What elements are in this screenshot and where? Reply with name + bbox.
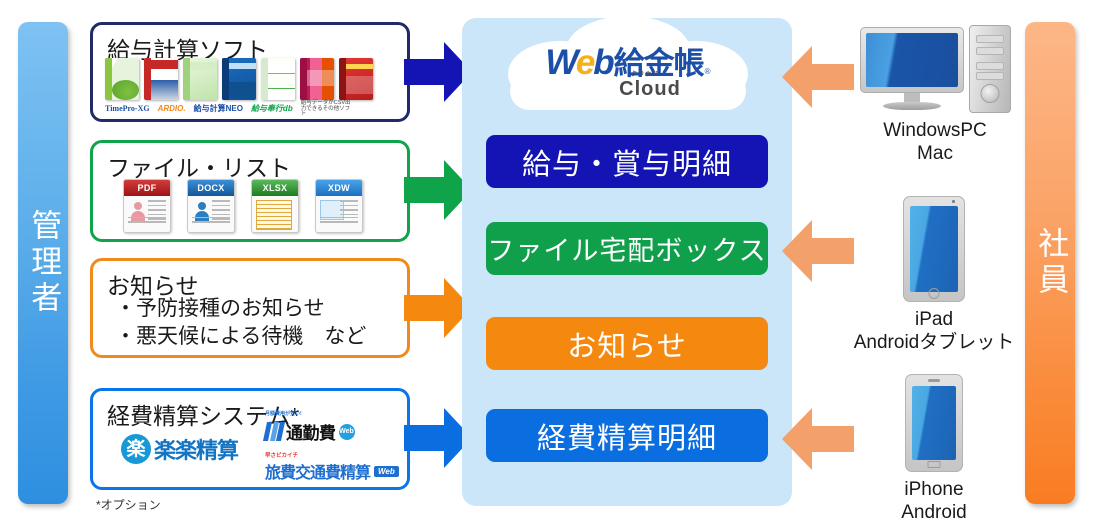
tsukinhi-kicker: 月額費用が安い! <box>265 411 302 417</box>
source-box-files: ファイル・リスト PDF DOCX XLSX XDW <box>90 140 410 242</box>
diagram-canvas: 管理者 給与計算ソフト TimePro-XG ARDIO. 給与計算NEO 給与… <box>0 0 1095 524</box>
xdw-file-icon: XDW <box>315 179 363 233</box>
device-caption-line: iPhone <box>904 479 964 500</box>
employee-pillar: 社員 <box>1025 22 1075 504</box>
device-caption-line: iPad <box>914 309 954 330</box>
xlsx-label: XLSX <box>252 180 298 196</box>
package-box-1 <box>105 58 139 100</box>
device-caption-line: Androidタブレット <box>853 332 1015 354</box>
tsukinhi-web-badge: Web <box>338 423 355 440</box>
device-caption-line: Android <box>901 502 967 524</box>
feature-expense-statement[interactable]: 経費精算明細 <box>486 409 768 462</box>
device-caption: iPhone Android <box>856 478 1012 524</box>
option-footnote: *オプション <box>96 498 161 512</box>
employee-pillar-label: 社員 <box>1033 227 1069 299</box>
feature-notifications[interactable]: お知らせ <box>486 317 768 370</box>
tsukinhi-web-logo: 月額費用が安い! 通勤費 Web <box>262 411 355 444</box>
brand-label: 給与奉行db <box>250 104 293 114</box>
package-box-3 <box>183 58 217 100</box>
device-ipad-android-tablet: iPad Androidタブレット <box>836 196 1032 354</box>
pdf-label: PDF <box>124 180 170 196</box>
xlsx-file-icon: XLSX <box>251 179 299 233</box>
ryohi-kicker: 早さピカイチ <box>265 453 299 459</box>
return-arrow-pc <box>782 46 854 108</box>
tsukinhi-name: 通勤費 <box>286 424 336 443</box>
rakuraku-seisan-logo: 楽 楽楽精算 <box>121 433 239 465</box>
ryohi-koutsuhi-logo: 早さピカイチ 旅費交通費精算 Web <box>265 451 399 483</box>
package-box-6 <box>300 58 334 100</box>
logo-cloud-text: クラウド Cloud <box>619 72 681 100</box>
source-box-expense: 経費精算システム* 楽 楽楽精算 月額費用が安い! 通勤費 Web 早さピカイチ… <box>90 388 410 490</box>
payroll-brand-labels: TimePro-XG ARDIO. 給与計算NEO 給与奉行db 給与データがC… <box>105 99 397 118</box>
brand-label: ARDIO. <box>157 104 186 114</box>
ryohi-name: 旅費交通費精算 <box>265 465 371 482</box>
brand-label: 給与データがCSV出力できるその他ソフト <box>300 99 351 118</box>
docx-file-icon: DOCX <box>187 179 235 233</box>
source-box-notice: お知らせ ・予防接種のお知らせ ・悪天候による待機 など <box>90 258 410 358</box>
tsukinhi-bars-icon <box>262 422 286 441</box>
xdw-label: XDW <box>316 180 362 196</box>
package-box-7 <box>339 58 373 100</box>
brand-label: TimePro-XG <box>105 104 150 114</box>
brand-label: 給与計算NEO <box>193 104 243 114</box>
admin-pillar-label: 管理者 <box>26 209 62 317</box>
pc-tower-icon <box>968 25 1011 113</box>
file-type-icons: PDF DOCX XLSX XDW <box>123 179 363 233</box>
logo-cloud-word: Cloud <box>619 77 681 100</box>
rakuraku-name: 楽楽精算 <box>154 438 239 463</box>
tablet-icon <box>903 196 965 302</box>
package-box-2 <box>144 58 178 100</box>
notice-bullet-item: ・予防接種のお知らせ <box>115 297 325 320</box>
logo-web-text: Web <box>545 42 614 82</box>
admin-pillar: 管理者 <box>18 22 68 504</box>
web-kyukincho-cloud-logo: Web 給金帳 ® クラウド Cloud <box>494 12 762 117</box>
docx-label: DOCX <box>188 180 234 196</box>
pdf-file-icon: PDF <box>123 179 171 233</box>
monitor-icon <box>859 27 964 113</box>
notice-bullet-item: ・悪天候による待機 など <box>115 324 367 348</box>
device-caption: iPad Androidタブレット <box>836 308 1032 354</box>
source-box-payroll: 給与計算ソフト TimePro-XG ARDIO. 給与計算NEO 給与奉行db… <box>90 22 410 122</box>
device-caption-line: Mac <box>917 143 953 165</box>
logo-kana-ruby: クラウド <box>631 71 660 78</box>
payroll-software-packages <box>105 58 397 100</box>
return-arrow-phone <box>782 408 854 470</box>
package-box-5 <box>261 58 295 100</box>
package-box-4 <box>222 58 256 100</box>
device-iphone-android: iPhone Android <box>856 374 1012 524</box>
source-title-files: ファイル・リスト <box>107 155 291 181</box>
notice-bullet-list: ・予防接種のお知らせ ・悪天候による待機 など <box>115 295 366 350</box>
feature-file-delivery-box[interactable]: ファイル宅配ボックス <box>486 222 768 275</box>
rakuraku-mark: 楽 <box>121 434 151 464</box>
logo-registered-mark: ® <box>704 66 711 76</box>
device-caption-line: WindowsPC <box>883 120 987 141</box>
ryohi-web-badge: Web <box>374 465 399 477</box>
device-windows-pc-mac: WindowsPC Mac <box>855 25 1015 165</box>
device-caption: WindowsPC Mac <box>855 119 1015 165</box>
smartphone-icon <box>905 374 963 472</box>
feature-salary-statement[interactable]: 給与・賞与明細 <box>486 135 768 188</box>
desktop-computer-icon <box>855 25 1015 113</box>
